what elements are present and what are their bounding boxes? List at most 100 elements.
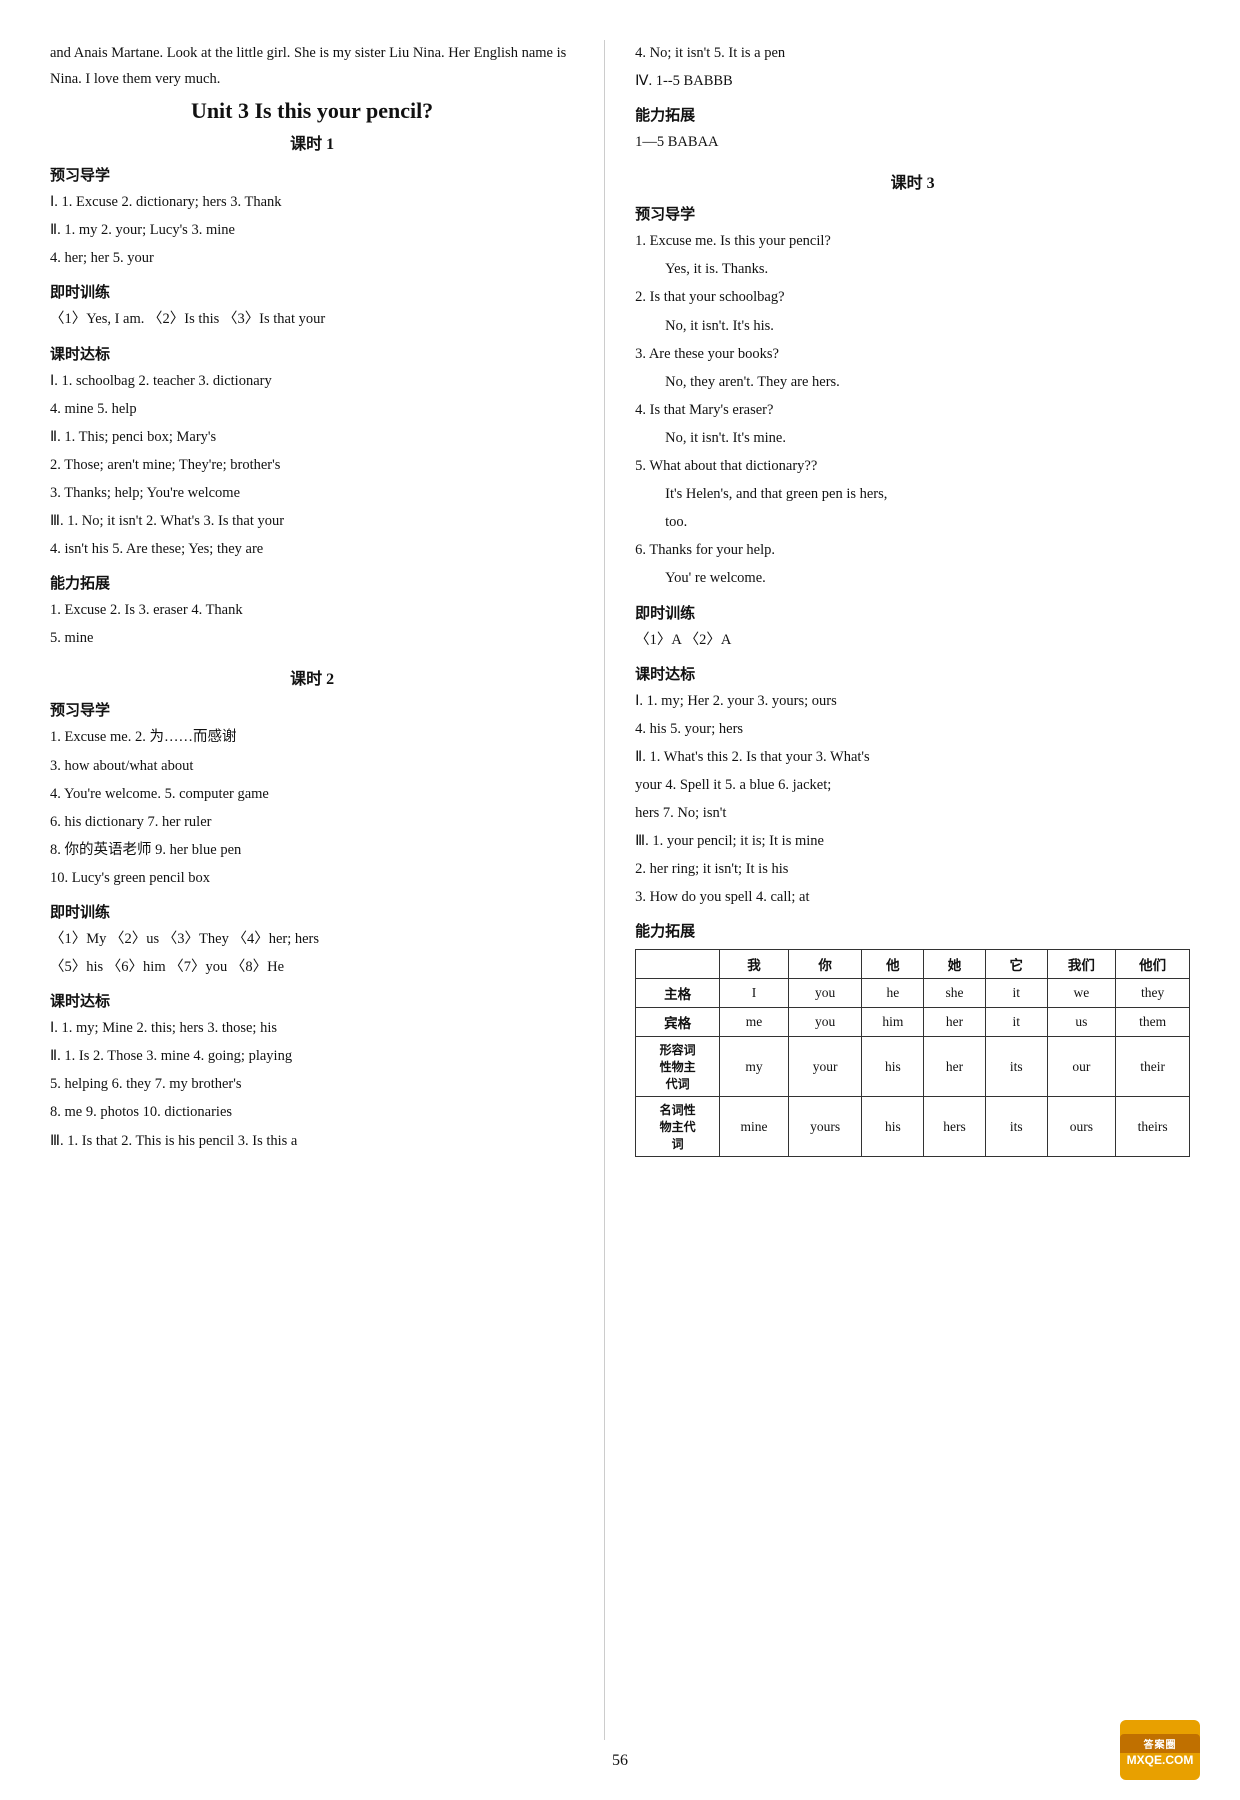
table-row-noun-poss: 名词性 物主代 词 mine yours his hers its ours t…: [636, 1097, 1190, 1157]
table-header-ni: 你: [788, 950, 862, 979]
s3-preview-title: 预习导学: [635, 203, 1190, 224]
s3-goal-line3: your 4. Spell it 5. a blue 6. jacket;: [635, 772, 1190, 798]
s2-preview-content: 1. Excuse me. 2. 为……而感谢 3. how about/wha…: [50, 724, 574, 891]
s2-expand-content-right: 1—5 BABAA: [635, 129, 1190, 155]
s2-preview-line1: 3. how about/what about: [50, 753, 574, 779]
s1-preview-line2: Ⅱ. 1. my 2. your; Lucy's 3. mine: [50, 217, 574, 243]
cell-his-n: his: [862, 1097, 924, 1157]
s1-goal-line1: 4. mine 5. help: [50, 396, 574, 422]
cell-you-s: you: [788, 979, 862, 1008]
page-number: 56: [612, 1752, 628, 1770]
s1-goal-title: 课时达标: [50, 343, 574, 364]
s3-goal-title: 课时达标: [635, 663, 1190, 684]
page: and Anais Martane. Look at the little gi…: [0, 0, 1240, 1800]
row-label-subject: 主格: [636, 979, 720, 1008]
logo-badge: 答案圈 MXQE.COM: [1120, 1720, 1200, 1780]
s2-preview-line0: 1. Excuse me. 2. 为……而感谢: [50, 724, 574, 750]
s2-practice-title: 即时训练: [50, 901, 574, 922]
cell-us: us: [1047, 1008, 1116, 1037]
pronoun-table: 我 你 他 她 它 我们 他们 主格 I you he she it we: [635, 949, 1190, 1157]
table-header-tamen: 他们: [1116, 950, 1190, 979]
s3-preview-line1: Yes, it is. Thanks.: [665, 256, 1190, 282]
cell-her-a: her: [924, 1037, 986, 1097]
s2-preview-title: 预习导学: [50, 699, 574, 720]
s2-goal-line2: 5. helping 6. they 7. my brother's: [50, 1071, 574, 1097]
cell-he: he: [862, 979, 924, 1008]
s3-preview-line0: 1. Excuse me. Is this your pencil?: [635, 228, 1190, 254]
s2-extra-line1: Ⅳ. 1--5 BABBB: [635, 68, 1190, 94]
s3-preview-content: 1. Excuse me. Is this your pencil? Yes, …: [635, 228, 1190, 591]
s3-expand-title: 能力拓展: [635, 920, 1190, 941]
table-header-women: 我们: [1047, 950, 1116, 979]
s3-goal-content: Ⅰ. 1. my; Her 2. your 3. yours; ours 4. …: [635, 688, 1190, 911]
s3-preview-line8: 5. What about that dictionary??: [635, 453, 1190, 479]
cell-their: their: [1116, 1037, 1190, 1097]
s2-extra-content: 4. No; it isn't 5. It is a pen Ⅳ. 1--5 B…: [635, 40, 1190, 94]
s3-preview-line5: No, they aren't. They are hers.: [665, 369, 1190, 395]
s2-goal-line4: Ⅲ. 1. Is that 2. This is his pencil 3. I…: [50, 1128, 574, 1154]
cell-his-a: his: [862, 1037, 924, 1097]
cell-your-a: your: [788, 1037, 862, 1097]
s3-preview-line12: You' re welcome.: [665, 565, 1190, 591]
cell-its-n: its: [985, 1097, 1047, 1157]
cell-ours: ours: [1047, 1097, 1116, 1157]
s1-preview-title: 预习导学: [50, 164, 574, 185]
s3-preview-line2: 2. Is that your schoolbag?: [635, 284, 1190, 310]
s1-expand-content: 1. Excuse 2. Is 3. eraser 4. Thank 5. mi…: [50, 597, 574, 651]
logo-top-text: 答案圈: [1120, 1734, 1200, 1753]
s3-practice-content: 〈1〉A 〈2〉A: [635, 627, 1190, 653]
s1-expand-line0: 1. Excuse 2. Is 3. eraser 4. Thank: [50, 597, 574, 623]
s2-extra-line0: 4. No; it isn't 5. It is a pen: [635, 40, 1190, 66]
s2-preview-line2: 4. You're welcome. 5. computer game: [50, 781, 574, 807]
s1-goal-line2: Ⅱ. 1. This; penci box; Mary's: [50, 424, 574, 450]
row-label-adj-poss: 形容词 性物主 代词: [636, 1037, 720, 1097]
s3-goal-line0: Ⅰ. 1. my; Her 2. your 3. yours; ours: [635, 688, 1190, 714]
right-column: 4. No; it isn't 5. It is a pen Ⅳ. 1--5 B…: [605, 40, 1190, 1740]
cell-I: I: [720, 979, 789, 1008]
cell-mine: mine: [720, 1097, 789, 1157]
cell-we: we: [1047, 979, 1116, 1008]
s1-goal-content: Ⅰ. 1. schoolbag 2. teacher 3. dictionary…: [50, 368, 574, 563]
s2-expand-title-right: 能力拓展: [635, 104, 1190, 125]
s1-preview-line1: Ⅰ. 1. Excuse 2. dictionary; hers 3. Than…: [50, 189, 574, 215]
s3-goal-line7: 3. How do you spell 4. call; at: [635, 884, 1190, 910]
s3-goal-line4: hers 7. No; isn't: [635, 800, 1190, 826]
row-label-noun-poss: 名词性 物主代 词: [636, 1097, 720, 1157]
section3-title: 课时 3: [635, 169, 1190, 193]
s2-goal-content: Ⅰ. 1. my; Mine 2. this; hers 3. those; h…: [50, 1015, 574, 1153]
s3-goal-line6: 2. her ring; it isn't; It is his: [635, 856, 1190, 882]
cell-them: them: [1116, 1008, 1190, 1037]
s1-practice-title: 即时训练: [50, 281, 574, 302]
s3-preview-line4: 3. Are these your books?: [635, 341, 1190, 367]
s1-goal-line4: 3. Thanks; help; You're welcome: [50, 480, 574, 506]
cell-yours: yours: [788, 1097, 862, 1157]
cell-it-s: it: [985, 979, 1047, 1008]
s3-goal-line5: Ⅲ. 1. your pencil; it is; It is mine: [635, 828, 1190, 854]
s3-goal-line1: 4. his 5. your; hers: [635, 716, 1190, 742]
cell-theirs: theirs: [1116, 1097, 1190, 1157]
s3-practice-title: 即时训练: [635, 602, 1190, 623]
left-column: and Anais Martane. Look at the little gi…: [50, 40, 605, 1740]
table-row-object: 宾格 me you him her it us them: [636, 1008, 1190, 1037]
logo-bottom-text: MXQE.COM: [1127, 1753, 1194, 1767]
cell-my: my: [720, 1037, 789, 1097]
table-row-subject: 主格 I you he she it we they: [636, 979, 1190, 1008]
s3-preview-line3: No, it isn't. It's his.: [665, 313, 1190, 339]
s2-practice-line0: 〈1〉My 〈2〉us 〈3〉They 〈4〉her; hers: [50, 926, 574, 952]
s3-preview-line6: 4. Is that Mary's eraser?: [635, 397, 1190, 423]
table-header-wo: 我: [720, 950, 789, 979]
s2-goal-line0: Ⅰ. 1. my; Mine 2. this; hers 3. those; h…: [50, 1015, 574, 1041]
s2-preview-line5: 10. Lucy's green pencil box: [50, 865, 574, 891]
s1-expand-line1: 5. mine: [50, 625, 574, 651]
s2-preview-line3: 6. his dictionary 7. her ruler: [50, 809, 574, 835]
cell-him: him: [862, 1008, 924, 1037]
s1-practice-content: 〈1〉Yes, I am. 〈2〉Is this 〈3〉Is that your: [50, 306, 574, 332]
s3-goal-line2: Ⅱ. 1. What's this 2. Is that your 3. Wha…: [635, 744, 1190, 770]
s2-practice-line1: 〈5〉his 〈6〉him 〈7〉you 〈8〉He: [50, 954, 574, 980]
cell-they: they: [1116, 979, 1190, 1008]
s3-preview-line10: too.: [665, 509, 1190, 535]
s1-expand-title: 能力拓展: [50, 572, 574, 593]
section1-title: 课时 1: [50, 130, 574, 154]
cell-you-o: you: [788, 1008, 862, 1037]
s3-preview-line11: 6. Thanks for your help.: [635, 537, 1190, 563]
